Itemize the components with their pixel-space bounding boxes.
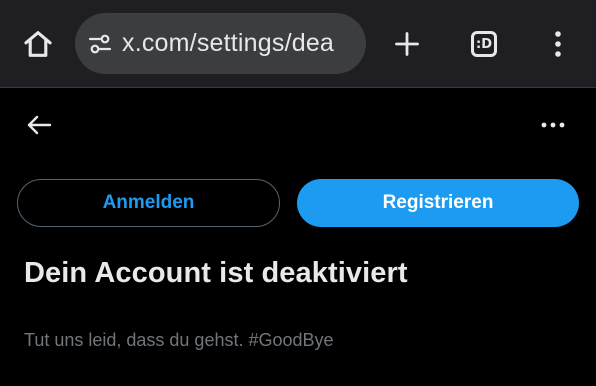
page-title: Dein Account ist deaktiviert <box>24 257 408 289</box>
home-icon[interactable] <box>18 24 58 64</box>
login-button[interactable]: Anmelden <box>17 179 280 227</box>
goodbye-message: Tut uns leid, dass du gehst. #GoodBye <box>24 330 334 350</box>
url-text[interactable]: x.com/settings/dea <box>122 29 334 58</box>
more-vert-icon[interactable] <box>540 24 576 64</box>
register-button[interactable]: Registrieren <box>297 179 579 227</box>
tab-switcher-icon[interactable]: :D <box>464 24 504 64</box>
address-bar[interactable]: x.com/settings/dea <box>75 13 366 74</box>
more-horiz-icon[interactable] <box>532 110 574 140</box>
arrow-left-icon[interactable] <box>20 108 58 142</box>
tune-icon[interactable] <box>87 31 113 57</box>
tab-count: :D <box>471 31 497 57</box>
browser-toolbar: x.com/settings/dea :D <box>0 0 596 88</box>
plus-icon[interactable] <box>386 23 428 65</box>
